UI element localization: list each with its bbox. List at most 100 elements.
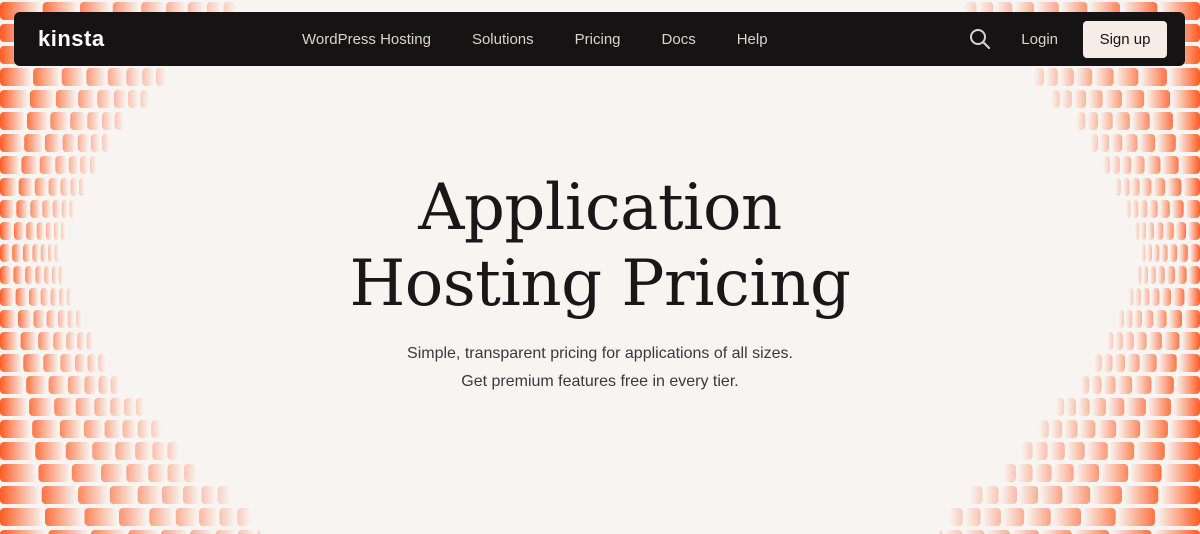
pattern-tile (140, 90, 149, 108)
pattern-tile (0, 420, 31, 438)
pattern-tile (1052, 508, 1081, 526)
pattern-tile (59, 420, 82, 438)
pattern-tile (167, 464, 183, 482)
pattern-tile (94, 398, 109, 416)
pattern-tile (135, 442, 151, 460)
pattern-tile (219, 508, 236, 526)
pattern-tile (0, 398, 28, 416)
pattern-tile (107, 68, 125, 86)
pattern-tile (1087, 112, 1098, 130)
pattern-tile (29, 398, 53, 416)
hero-title-line-1: Application (418, 171, 782, 245)
pattern-tile (1101, 464, 1129, 482)
pattern-tile (1109, 442, 1135, 460)
pattern-tile (1157, 134, 1176, 152)
pattern-tile (54, 398, 74, 416)
pattern-tile (1040, 530, 1072, 534)
pattern-tile (1177, 134, 1200, 152)
pattern-tile (61, 68, 85, 86)
pattern-tile (0, 530, 47, 534)
pattern-tile (44, 134, 61, 152)
kinsta-logo[interactable]: kinsta (38, 26, 120, 52)
pattern-tile (48, 530, 89, 534)
pattern-tile (1172, 398, 1200, 416)
pattern-tile (190, 530, 214, 534)
pattern-tile (1151, 112, 1173, 130)
pattern-tile (1163, 464, 1200, 482)
pattern-tile (113, 90, 127, 108)
pattern-tile (1094, 68, 1114, 86)
pattern-tile (161, 530, 189, 534)
pattern-tile (1139, 134, 1156, 152)
search-button[interactable] (967, 26, 993, 52)
pattern-tile (1061, 90, 1072, 108)
nav-link-docs[interactable]: Docs (662, 31, 696, 48)
pattern-tile (1040, 486, 1063, 504)
login-link[interactable]: Login (1021, 31, 1058, 48)
pattern-tile (1100, 134, 1110, 152)
pattern-tile (101, 464, 125, 482)
pattern-tile (1100, 112, 1113, 130)
pattern-tile (1066, 442, 1085, 460)
pattern-tile (0, 112, 25, 130)
pattern-tile (104, 420, 121, 438)
pattern-tile (33, 68, 60, 86)
nav-link-pricing[interactable]: Pricing (575, 31, 621, 48)
pattern-tile (86, 68, 106, 86)
pattern-tile (1076, 112, 1086, 130)
pattern-tile (50, 112, 69, 130)
pattern-tile (115, 442, 134, 460)
pattern-tile (1017, 464, 1033, 482)
pattern-tile (201, 486, 216, 504)
pattern-tile (215, 530, 236, 534)
pattern-tile (109, 486, 136, 504)
signup-button[interactable]: Sign up (1083, 20, 1167, 58)
pattern-tile (135, 398, 144, 416)
nav-link-wordpress-hosting[interactable]: WordPress Hosting (302, 31, 431, 48)
pattern-tile (128, 530, 160, 534)
pattern-tile (65, 442, 91, 460)
pattern-tile (1160, 486, 1200, 504)
pattern-tile (1175, 112, 1200, 130)
pattern-tile (1000, 486, 1017, 504)
kinsta-logo-mark: kinsta (38, 26, 104, 51)
pattern-tile (1114, 112, 1130, 130)
pattern-tile (1053, 464, 1074, 482)
pattern-tile (1034, 464, 1052, 482)
pattern-tile (0, 68, 32, 86)
pattern-tile (1124, 134, 1138, 152)
pattern-tile (1088, 90, 1103, 108)
pattern-tile (986, 530, 1010, 534)
pattern-tile (1034, 442, 1048, 460)
pattern-tile (124, 398, 134, 416)
pattern-tile (970, 486, 983, 504)
pattern-tile (984, 486, 999, 504)
pattern-tile (0, 90, 28, 108)
pattern-tile (70, 112, 86, 130)
pattern-tile (0, 464, 37, 482)
hero-subtitle-line-1: Simple, transparent pricing for applicat… (407, 345, 793, 362)
pattern-tile (1169, 420, 1200, 438)
pattern-tile (1118, 420, 1141, 438)
hero-subtitle: Simple, transparent pricing for applicat… (0, 340, 1200, 396)
pattern-tile (126, 464, 147, 482)
top-navbar: kinsta WordPress Hosting Solutions Prici… (14, 12, 1185, 66)
pattern-tile (1075, 464, 1099, 482)
pattern-tile (1130, 464, 1162, 482)
pattern-tile (84, 508, 118, 526)
pattern-tile (101, 134, 110, 152)
pattern-tile (1039, 420, 1049, 438)
nav-link-help[interactable]: Help (737, 31, 768, 48)
pattern-tile (1117, 508, 1155, 526)
pattern-tile (1111, 134, 1123, 152)
pattern-tile (1046, 68, 1058, 86)
pattern-tile (38, 464, 70, 482)
nav-link-solutions[interactable]: Solutions (472, 31, 534, 48)
hero-subtitle-line-2: Get premium features free in every tier. (461, 373, 739, 390)
pattern-tile (1091, 398, 1106, 416)
pattern-tile (1002, 508, 1025, 526)
pattern-tile (964, 508, 981, 526)
pattern-tile (41, 486, 77, 504)
pattern-tile (142, 68, 154, 86)
pattern-tile (982, 508, 1001, 526)
